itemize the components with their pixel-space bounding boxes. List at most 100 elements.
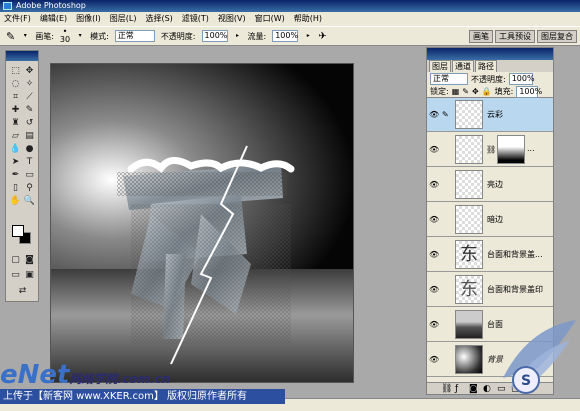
eyedropper-tool-icon[interactable]: ⚲ <box>23 182 36 194</box>
visibility-eye-icon[interactable]: 👁 <box>429 216 439 224</box>
layer-name: 亮边 <box>487 180 503 189</box>
blur-tool-icon[interactable]: 💧 <box>9 143 22 155</box>
layer-blend-mode-select[interactable]: 正常 <box>430 73 468 85</box>
crop-tool-icon[interactable]: ⌗ <box>9 91 22 103</box>
standard-mode-icon[interactable]: ▢ <box>9 254 22 266</box>
chain-link-icon: ⛓ <box>486 145 497 154</box>
brush-tool-icon-toolbox[interactable]: ✎ <box>23 104 36 116</box>
wing-logo-watermark: S <box>503 320 576 394</box>
move-tool-icon[interactable]: ✥ <box>23 65 36 77</box>
layer-thumbnail <box>455 345 483 374</box>
opacity-slider-icon[interactable]: ▸ <box>234 32 242 40</box>
flow-input[interactable]: 100% <box>272 30 299 42</box>
menu-filter[interactable]: 滤镜(T) <box>182 12 209 26</box>
lock-row: 锁定: ▦ ✎ ✥ 🔒 填充: 100% <box>427 85 553 98</box>
add-mask-icon[interactable]: ◙ <box>469 384 478 394</box>
tab-layers[interactable]: 图层 <box>429 60 451 72</box>
visibility-eye-icon[interactable]: 👁 <box>429 111 439 119</box>
tab-paths[interactable]: 路径 <box>475 60 497 72</box>
visibility-eye-icon[interactable]: 👁 <box>429 146 439 154</box>
clone-stamp-tool-icon[interactable]: ♜ <box>9 117 22 129</box>
quick-mask-mode-icon[interactable]: ◙ <box>23 254 36 266</box>
layer-row[interactable]: 👁 暗边 <box>427 203 553 237</box>
photoshop-logo-icon <box>3 2 12 10</box>
jump-to-imageready-icon[interactable]: ⇄ <box>16 285 29 297</box>
tab-channels[interactable]: 通道 <box>452 60 474 72</box>
layer-row[interactable]: 👁 东 台面和背景盖... <box>427 238 553 272</box>
shape-tool-icon[interactable]: ▭ <box>23 169 36 181</box>
tab-tool-presets[interactable]: 工具预设 <box>495 30 535 43</box>
new-adjustment-layer-icon[interactable]: ◐ <box>483 384 491 394</box>
layer-opacity-input[interactable]: 100% <box>508 73 535 85</box>
lock-pixels-icon[interactable]: ✎ <box>462 87 469 96</box>
fill-label: 填充: <box>494 87 514 96</box>
lock-position-icon[interactable]: ✥ <box>472 87 479 96</box>
history-brush-tool-icon[interactable]: ↺ <box>23 117 36 129</box>
layer-row[interactable]: 👁 亮边 <box>427 168 553 202</box>
lock-transparency-icon[interactable]: ▦ <box>452 87 460 96</box>
menu-file[interactable]: 文件(F) <box>4 12 31 26</box>
tool-preset-dropdown-icon[interactable]: ▾ <box>21 32 29 40</box>
brush-picker-dropdown-icon[interactable]: ▾ <box>76 32 84 40</box>
slice-tool-icon[interactable]: ⟋ <box>23 91 36 103</box>
flow-label: 流量: <box>247 31 267 41</box>
menu-window[interactable]: 窗口(W) <box>255 12 285 26</box>
menu-layer[interactable]: 图层(L) <box>110 12 137 26</box>
lock-all-icon[interactable]: 🔒 <box>482 87 492 96</box>
layer-thumbnail <box>455 135 483 164</box>
layer-style-icon[interactable]: ƒ <box>455 384 458 394</box>
layers-panel-tabs: 图层 通道 路径 <box>427 60 553 72</box>
layer-name: 台面和背景盖... <box>487 250 543 259</box>
screen-mode-full-icon[interactable]: ▣ <box>23 269 36 281</box>
layer-row[interactable]: 👁 东 台面和背景盖印 <box>427 273 553 307</box>
healing-brush-tool-icon[interactable]: ✚ <box>9 104 22 116</box>
notes-tool-icon[interactable]: ▯ <box>9 182 22 194</box>
magic-wand-tool-icon[interactable]: ✧ <box>23 78 36 90</box>
link-layers-icon[interactable]: ⛓ <box>441 384 452 394</box>
opacity-label: 不透明度: <box>160 31 196 41</box>
pen-tool-icon[interactable]: ✒ <box>9 169 22 181</box>
opacity-input[interactable]: 100% <box>201 30 228 42</box>
visibility-eye-icon[interactable]: 👁 <box>429 321 439 329</box>
visibility-eye-icon[interactable]: 👁 <box>429 286 439 294</box>
layer-row[interactable]: 👁 ⛓ ... <box>427 133 553 167</box>
menu-image[interactable]: 图像(I) <box>76 12 101 26</box>
layer-row[interactable]: 👁 ✎ 云彩 <box>427 98 553 132</box>
visibility-eye-icon[interactable]: 👁 <box>429 181 439 189</box>
eraser-tool-icon[interactable]: ▱ <box>9 130 22 142</box>
zoom-tool-icon[interactable]: 🔍 <box>23 195 36 207</box>
layer-thumbnail <box>455 310 483 339</box>
layers-panel-header <box>427 48 553 60</box>
menu-edit[interactable]: 编辑(E) <box>40 12 67 26</box>
upload-banner: 上传于【新客网 www.XKER.com】 版权归原作者所有 <box>0 389 285 404</box>
flow-slider-icon[interactable]: ▸ <box>304 32 312 40</box>
hand-tool-icon[interactable]: ✋ <box>9 195 22 207</box>
airbrush-icon[interactable]: ✈ <box>318 31 326 42</box>
lasso-tool-icon[interactable]: ◌ <box>9 78 22 90</box>
brush-size: 30 <box>59 35 71 44</box>
screen-mode-standard-icon[interactable]: ▭ <box>9 269 22 281</box>
layer-opacity-label: 不透明度: <box>471 74 506 84</box>
gradient-tool-icon[interactable]: ▤ <box>23 130 36 142</box>
toolbox: ⬚ ✥ ◌ ✧ ⌗ ⟋ ✚ ✎ ♜ ↺ ▱ ▤ 💧 ● ➤ T ✒ ▭ ▯ ⚲ … <box>5 50 39 302</box>
menu-view[interactable]: 视图(V) <box>218 12 246 26</box>
enet-watermark: eNet网络学院.com.cn <box>0 362 170 392</box>
layer-name: 暗边 <box>487 215 503 224</box>
visibility-eye-icon[interactable]: 👁 <box>429 251 439 259</box>
layer-fill-input[interactable]: 100% <box>516 85 542 98</box>
layer-mask-thumbnail <box>497 135 525 164</box>
dodge-tool-icon[interactable]: ● <box>23 143 36 155</box>
menu-select[interactable]: 选择(S) <box>145 12 172 26</box>
visibility-eye-icon[interactable]: 👁 <box>429 356 439 364</box>
path-selection-tool-icon[interactable]: ➤ <box>9 156 22 168</box>
type-tool-icon[interactable]: T <box>23 156 36 168</box>
marquee-tool-icon[interactable]: ⬚ <box>9 65 22 77</box>
menu-help[interactable]: 帮助(H) <box>294 12 322 26</box>
tab-brushes[interactable]: 画笔 <box>469 30 493 43</box>
document-canvas[interactable] <box>50 63 354 383</box>
tab-layer-comps[interactable]: 图层复合 <box>537 30 577 43</box>
brush-tool-icon[interactable]: ✎ <box>6 30 15 43</box>
foreground-color-swatch[interactable] <box>12 225 24 237</box>
mode-select[interactable]: 正常 <box>114 30 155 42</box>
menu-bar: 文件(F) 编辑(E) 图像(I) 图层(L) 选择(S) 滤镜(T) 视图(V… <box>0 12 580 26</box>
